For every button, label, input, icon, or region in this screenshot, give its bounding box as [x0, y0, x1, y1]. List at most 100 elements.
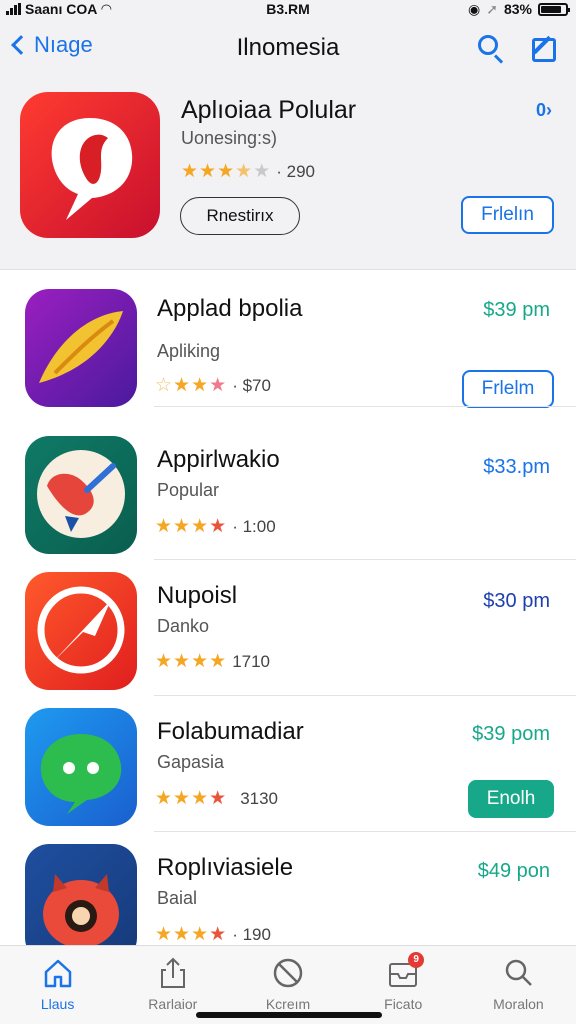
star-icon: ★: [209, 651, 227, 672]
star-icon: ★: [191, 651, 209, 672]
tab-label: Kcreım: [265, 996, 311, 1012]
tab-label: Ficato: [384, 996, 423, 1012]
rating-count: · 190: [232, 924, 271, 944]
app-name: Nupoisl: [157, 582, 238, 609]
app-price: $49 pon: [477, 860, 550, 882]
star-icon: ★: [173, 375, 191, 396]
empty-star-icon: ★: [253, 161, 271, 182]
star-icon: ★: [173, 516, 191, 537]
star-icon: ★: [209, 516, 227, 537]
list-item[interactable]: Roplıviasiele Baial ★ ★ ★ ★ · 190 $49 po…: [0, 832, 576, 945]
inbox-icon: 9: [386, 952, 425, 990]
tab-label: Moralon: [493, 996, 544, 1012]
star-icon: ★: [155, 924, 173, 945]
star-rating: ★ ★ ★ ★: [155, 515, 226, 538]
star-icon: ★: [217, 161, 235, 182]
star-icon: ★: [155, 651, 173, 672]
search-icon: [501, 956, 535, 990]
row-divider: [154, 406, 576, 407]
rating-count: 1710: [232, 651, 271, 671]
rating-count: · 290: [276, 161, 315, 181]
app-list: Applad bpolia Apliking ☆ ★ ★ ★ · $70 $39…: [0, 271, 576, 945]
app-icon: [25, 708, 137, 826]
battery-icon: [538, 2, 570, 16]
app-subtitle: Apliking: [157, 341, 221, 361]
app-price: $39 pm: [483, 299, 550, 321]
app-price: $39 pom: [472, 723, 550, 745]
star-icon: ★: [209, 375, 227, 396]
tab-home[interactable]: Llaus: [0, 946, 115, 1024]
star-icon: ★: [155, 788, 173, 809]
app-rating: ★ ★ ★ ★ · 190: [155, 923, 271, 945]
get-button[interactable]: Frlelm: [462, 370, 554, 408]
star-icon: ★: [155, 516, 173, 537]
no-entry-icon: [271, 956, 305, 990]
status-bar: Saanı COA ◠ B3.RM ◉ ➚ 83%: [0, 0, 576, 18]
app-rating: ★ ★ ★ ★ 1710: [155, 650, 270, 673]
app-subtitle: Baial: [157, 888, 198, 908]
app-icon: [25, 436, 137, 554]
location-icon: ➚: [486, 0, 498, 17]
star-rating: ★ ★ ★ ★: [155, 650, 226, 673]
notification-badge: 9: [408, 952, 425, 968]
tab-bar: Llaus Rarlaior Kcreım 9 Ficato Moralon: [0, 945, 576, 1024]
get-button[interactable]: Frlelın: [461, 196, 554, 234]
app-name: Applad bpolia: [157, 295, 303, 322]
tab-label: Llaus: [40, 996, 75, 1012]
featured-app-subtitle: Uonesing:s): [181, 128, 278, 148]
star-icon: ★: [191, 375, 209, 396]
star-icon: ★: [199, 161, 217, 182]
app-subtitle: Danko: [157, 616, 210, 636]
app-price: $30 pm: [483, 590, 550, 612]
edit-icon[interactable]: [528, 32, 562, 66]
app-rating: ★ ★ ★ ★ · 1:00: [155, 515, 276, 538]
star-icon: ☆: [155, 375, 173, 396]
star-icon: ★: [209, 788, 227, 809]
back-label: Nıage: [34, 32, 93, 57]
star-icon: ★: [191, 924, 209, 945]
list-item[interactable]: Appirlwakio Popular ★ ★ ★ ★ · 1:00 $33.p…: [0, 424, 576, 560]
app-icon: [25, 572, 137, 690]
home-icon: [41, 956, 75, 990]
star-icon: ★: [173, 651, 191, 672]
back-button[interactable]: Nıage: [8, 32, 93, 58]
share-icon: [156, 956, 190, 990]
app-price: $33.pm: [483, 456, 550, 478]
status-right: ◉ ➚ 83%: [468, 0, 570, 18]
app-name: Roplıviasiele: [157, 854, 294, 881]
rating-count: · $70: [232, 375, 271, 395]
list-item[interactable]: Folabumadiar Gapasia ★ ★ ★ ★ 3130 $39 po…: [0, 696, 576, 832]
app-icon: [25, 844, 137, 945]
star-rating: ★ ★ ★ ★ ★: [181, 160, 270, 183]
half-star-icon: ★: [235, 161, 253, 182]
search-icon[interactable]: [474, 32, 508, 66]
preview-button[interactable]: Rnestirıx: [180, 197, 300, 235]
featured-app-icon: [20, 92, 160, 238]
tab-search[interactable]: Moralon: [461, 946, 576, 1024]
list-item[interactable]: Applad bpolia Apliking ☆ ★ ★ ★ · $70 $39…: [0, 271, 576, 408]
chevron-left-icon: [11, 35, 31, 55]
star-icon: ★: [173, 788, 191, 809]
tab-label: Rarlaior: [148, 996, 198, 1012]
featured-rating: ★ ★ ★ ★ ★ · 290: [181, 160, 315, 183]
battery-percent: 83%: [503, 1, 532, 17]
open-button[interactable]: Enolh: [468, 780, 554, 818]
rotation-lock-icon: ◉: [468, 0, 481, 17]
featured-app-card[interactable]: Aplıoiaa Polular Uonesing:s) ★ ★ ★ ★ ★ ·…: [0, 80, 576, 270]
rating-count: · 1:00: [232, 516, 276, 536]
navigation-bar: Nıage Ilnomesia: [0, 18, 576, 80]
star-rating: ☆ ★ ★ ★: [155, 374, 226, 397]
more-link[interactable]: 0›: [536, 100, 552, 121]
home-indicator: [196, 1012, 382, 1018]
app-rating: ★ ★ ★ ★ 3130: [155, 787, 278, 810]
star-rating: ★ ★ ★ ★: [155, 923, 226, 945]
nav-actions: [474, 32, 562, 66]
list-item[interactable]: Nupoisl Danko ★ ★ ★ ★ 1710 $30 pm: [0, 560, 576, 696]
app-icon: [25, 289, 137, 407]
star-icon: ★: [191, 516, 209, 537]
app-name: Folabumadiar: [157, 718, 304, 745]
star-icon: ★: [209, 924, 227, 945]
star-icon: ★: [181, 161, 199, 182]
rating-count: 3130: [240, 788, 279, 808]
star-icon: ★: [191, 788, 209, 809]
